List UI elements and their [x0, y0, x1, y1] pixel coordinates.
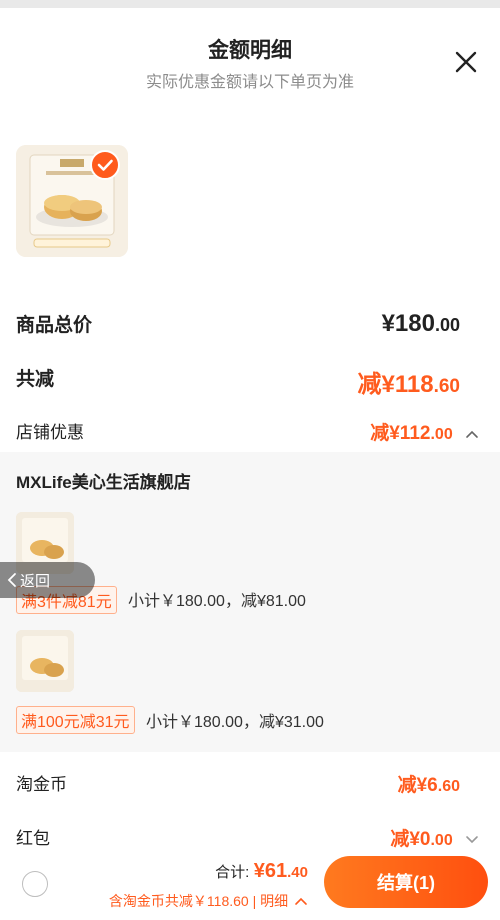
promo-item-image-2 — [16, 630, 74, 692]
close-button[interactable] — [452, 48, 480, 76]
sum-value: ¥61.40 — [253, 860, 308, 882]
coins-label: 淘金币 — [16, 775, 67, 794]
total-discount-value: 减¥118.60 — [357, 371, 461, 398]
total-discount-label: 共减 — [16, 369, 55, 390]
total-price-label: 商品总价 — [16, 315, 93, 336]
chevron-up-icon — [295, 897, 307, 905]
coins-value: 减¥6.60 — [397, 775, 460, 796]
detail-toggle[interactable]: 含淘金币共减￥118.60 | 明细 — [109, 891, 308, 911]
red-packet-label: 红包 — [16, 829, 50, 848]
chevron-down-icon — [466, 836, 478, 844]
store-discount-label: 店铺优惠 — [16, 423, 84, 442]
sheet-title: 金额明细 — [208, 39, 292, 62]
sheet-subtitle: 实际优惠金额请以下单页为准 — [145, 74, 354, 91]
sum-label: 合计: — [215, 864, 250, 881]
back-button[interactable]: 返回 — [0, 562, 95, 598]
selected-check[interactable] — [90, 150, 120, 180]
store-discount-row[interactable]: 店铺优惠 减¥112.00 — [16, 418, 484, 445]
top-strip — [0, 0, 500, 8]
total-discount-row: 共减 减¥118.60 — [16, 364, 484, 398]
back-label: 返回 — [20, 572, 51, 590]
back-chevron-icon — [7, 573, 16, 587]
store-discount-value: 减¥112.00 — [370, 418, 480, 445]
red-packet-row[interactable]: 红包 减¥0.00 — [16, 824, 484, 851]
coins-row: 淘金币 减¥6.60 — [16, 770, 484, 796]
close-icon — [455, 51, 477, 73]
red-packet-value: 减¥0.00 — [390, 824, 480, 851]
select-all-radio[interactable] — [22, 871, 48, 897]
store-name: MXLife美心生活旗舰店 — [16, 473, 191, 492]
total-price-row: 商品总价 ¥180.00 — [16, 310, 484, 337]
chevron-up-icon — [466, 430, 478, 438]
sum-line: 合计: ¥61.40 — [215, 860, 308, 883]
check-icon — [97, 159, 113, 171]
promo-text-1: 小计￥180.00，减¥81.00 — [128, 593, 306, 610]
checkout-button[interactable]: 结算(1) — [324, 856, 488, 908]
total-price-value: ¥180.00 — [381, 310, 460, 337]
promo-text-2: 小计￥180.00，减¥31.00 — [146, 714, 324, 731]
detail-text: 含淘金币共减￥118.60 | 明细 — [108, 893, 289, 909]
promo-tag-2: 满100元减31元 — [16, 706, 135, 734]
